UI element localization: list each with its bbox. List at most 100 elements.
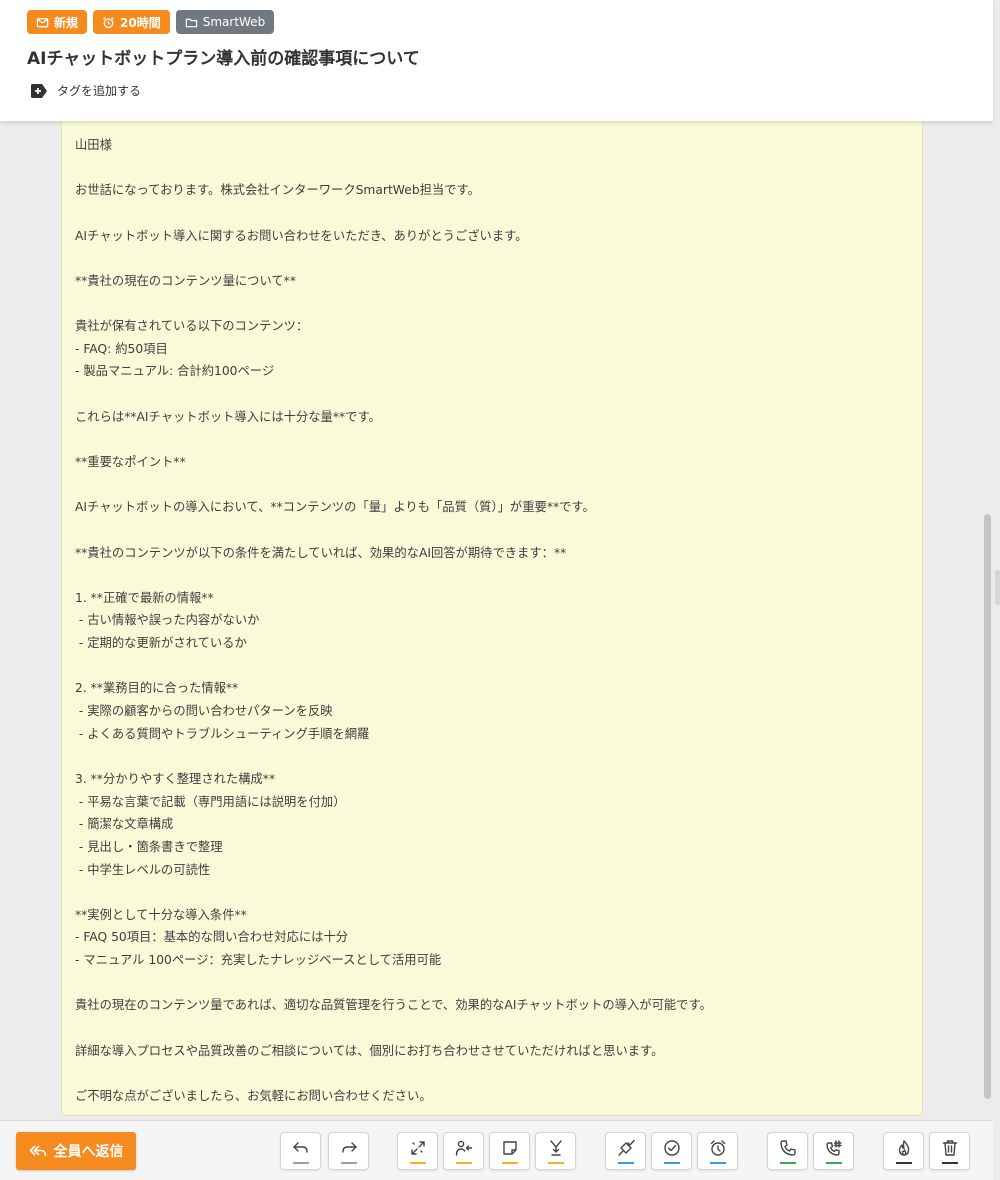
email-blank-line [75,881,909,904]
scrollbar-thumb[interactable] [984,514,991,1099]
delete-button[interactable] [929,1132,970,1170]
spam-button[interactable] [883,1132,924,1170]
email-line: - 古い情報や誤った内容がないか [75,613,260,628]
email-body: 山田様お世話になっております。株式会社インターワークSmartWeb担当です。 A… [61,121,923,1116]
email-blank-line [75,1017,909,1040]
email-line: - 簡潔な文章構成 [75,817,174,832]
email-line: - よくある質問やトラブルシューティング手順を網羅 [75,726,370,741]
tag-plus-icon [31,83,47,98]
reply-all-button[interactable]: 全員へ返信 [16,1132,136,1170]
email-line: 1. **正確で最新の情報** [75,590,214,605]
call-button[interactable] [767,1132,808,1170]
button-accent-bar [942,1162,958,1164]
button-accent-bar [664,1162,680,1164]
email-line: - マニュアル 100ページ：充実したナレッジベースとして活用可能 [75,953,442,968]
mail-check-icon [36,17,49,27]
email-blank-line [75,655,909,678]
status-badge-new[interactable]: 新規 [27,10,88,34]
button-accent-bar [618,1162,634,1164]
resolve-button[interactable] [605,1132,646,1170]
email-blank-line [75,292,909,315]
email-scroll-area[interactable]: 山田様お世話になっております。株式会社インターワークSmartWeb担当です。 A… [0,121,993,1120]
download-merge-icon [550,1140,562,1156]
email-blank-line [75,1062,909,1085]
button-accent-bar [410,1162,426,1164]
button-accent-bar [341,1162,357,1164]
alarm-clock-icon [710,1140,726,1156]
email-line: - 中学生レベルの可読性 [75,862,211,877]
email-line: 詳細な導入プロセスや品質改善のご相談については、個別にお打ち合わせさせていただけ… [75,1043,664,1058]
complete-button[interactable] [651,1132,692,1170]
email-blank-line [75,157,909,180]
merge-arrows-icon [411,1141,425,1155]
email-line: AIチャットボット導入に関するお問い合わせをいただき、ありがとうございます。 [75,228,528,243]
email-line: - FAQ 50項目：基本的な問い合わせ対応には十分 [75,930,349,945]
status-badges: 新規 20時間 SmartWeb [27,10,275,34]
badge-label: SmartWeb [202,15,266,29]
reminder-button[interactable] [697,1132,738,1170]
download-button[interactable] [535,1132,576,1170]
badge-label: 新規 [54,15,79,30]
flame-icon [898,1140,910,1156]
reply-all-label: 全員へ返信 [53,1144,124,1160]
forward-icon [342,1142,357,1153]
folder-icon [185,18,197,27]
trash-icon [942,1140,958,1156]
email-line: - 見出し・箇条書きで整理 [75,839,223,854]
button-accent-bar [896,1162,912,1164]
call-number-button[interactable] [813,1132,854,1170]
button-accent-bar [826,1162,842,1164]
reply-button[interactable] [280,1132,321,1170]
reply-all-icon [29,1145,46,1157]
user-assign-icon [455,1140,473,1156]
ticket-header: 新規 20時間 SmartWeb AIチャットボットプラン導入前の確認事項につい… [0,0,993,121]
note-button[interactable] [489,1132,530,1170]
email-line: - 実際の顧客からの問い合わせパターンを反映 [75,704,333,719]
email-blank-line [75,247,909,270]
assign-user-button[interactable] [443,1132,484,1170]
elapsed-time-badge[interactable]: 20時間 [93,10,170,34]
add-tag-button[interactable]: タグを追加する [30,82,141,99]
email-line: - FAQ: 約50項目 [75,341,168,356]
email-line: お世話になっております。株式会社インターワークSmartWeb担当です。 [75,183,480,198]
email-line: - 製品マニュアル: 合計約100ページ [75,364,275,379]
check-circle-icon [664,1140,680,1156]
email-blank-line [75,745,909,768]
email-blank-line [75,428,909,451]
email-line: 3. **分かりやすく整理された構成** [75,771,276,786]
email-line: これらは**AIチャットボット導入には十分な量**です。 [75,409,381,424]
email-line: 2. **業務目的に合った情報** [75,681,239,696]
sticky-note-icon [503,1141,517,1155]
reply-icon [293,1142,308,1153]
email-line: **実例として十分な導入条件** [75,907,247,922]
folder-badge[interactable]: SmartWeb [175,10,275,34]
email-line: **重要なポイント** [75,454,186,469]
merge-button[interactable] [397,1132,438,1170]
email-subject: AIチャットボットプラン導入前の確認事項について [27,49,420,69]
button-accent-bar [710,1162,726,1164]
email-blank-line [75,972,909,995]
email-line: - 定期的な更新がされているか [75,636,247,651]
email-line: AIチャットボットの導入において、**コンテンツの「量」よりも「品質（質）」が重… [75,500,595,515]
email-line: 貴社が保有されている以下のコンテンツ： [75,319,309,334]
email-line: - 平易な言葉で記載（専門用語には説明を付加） [75,794,346,809]
email-line: ご不明な点がございましたら、お気軽にお問い合わせください。 [75,1088,432,1103]
email-line: **貴社の現在のコンテンツ量について** [75,273,296,288]
button-accent-bar [502,1162,518,1164]
email-blank-line [75,564,909,587]
action-toolbar: 全員へ返信 [0,1120,993,1180]
button-accent-bar [548,1162,564,1164]
email-blank-line [75,519,909,542]
alarm-clock-icon [103,16,114,28]
phone-icon [780,1140,796,1156]
email-line: **貴社のコンテンツが以下の条件を満たしていれば、効果的なAI回答が期待できます… [75,545,567,560]
email-line: 貴社の現在のコンテンツ量であれば、適切な品質管理を行うことで、効果的なAIチャッ… [75,998,712,1013]
email-blank-line [75,383,909,406]
forward-button[interactable] [328,1132,369,1170]
button-accent-bar [293,1162,309,1164]
flag-check-icon [618,1139,635,1156]
badge-label: 20時間 [120,15,161,30]
email-line: 山田様 [75,138,112,152]
side-panel-handle[interactable] [995,570,1000,605]
button-accent-bar [456,1162,472,1164]
